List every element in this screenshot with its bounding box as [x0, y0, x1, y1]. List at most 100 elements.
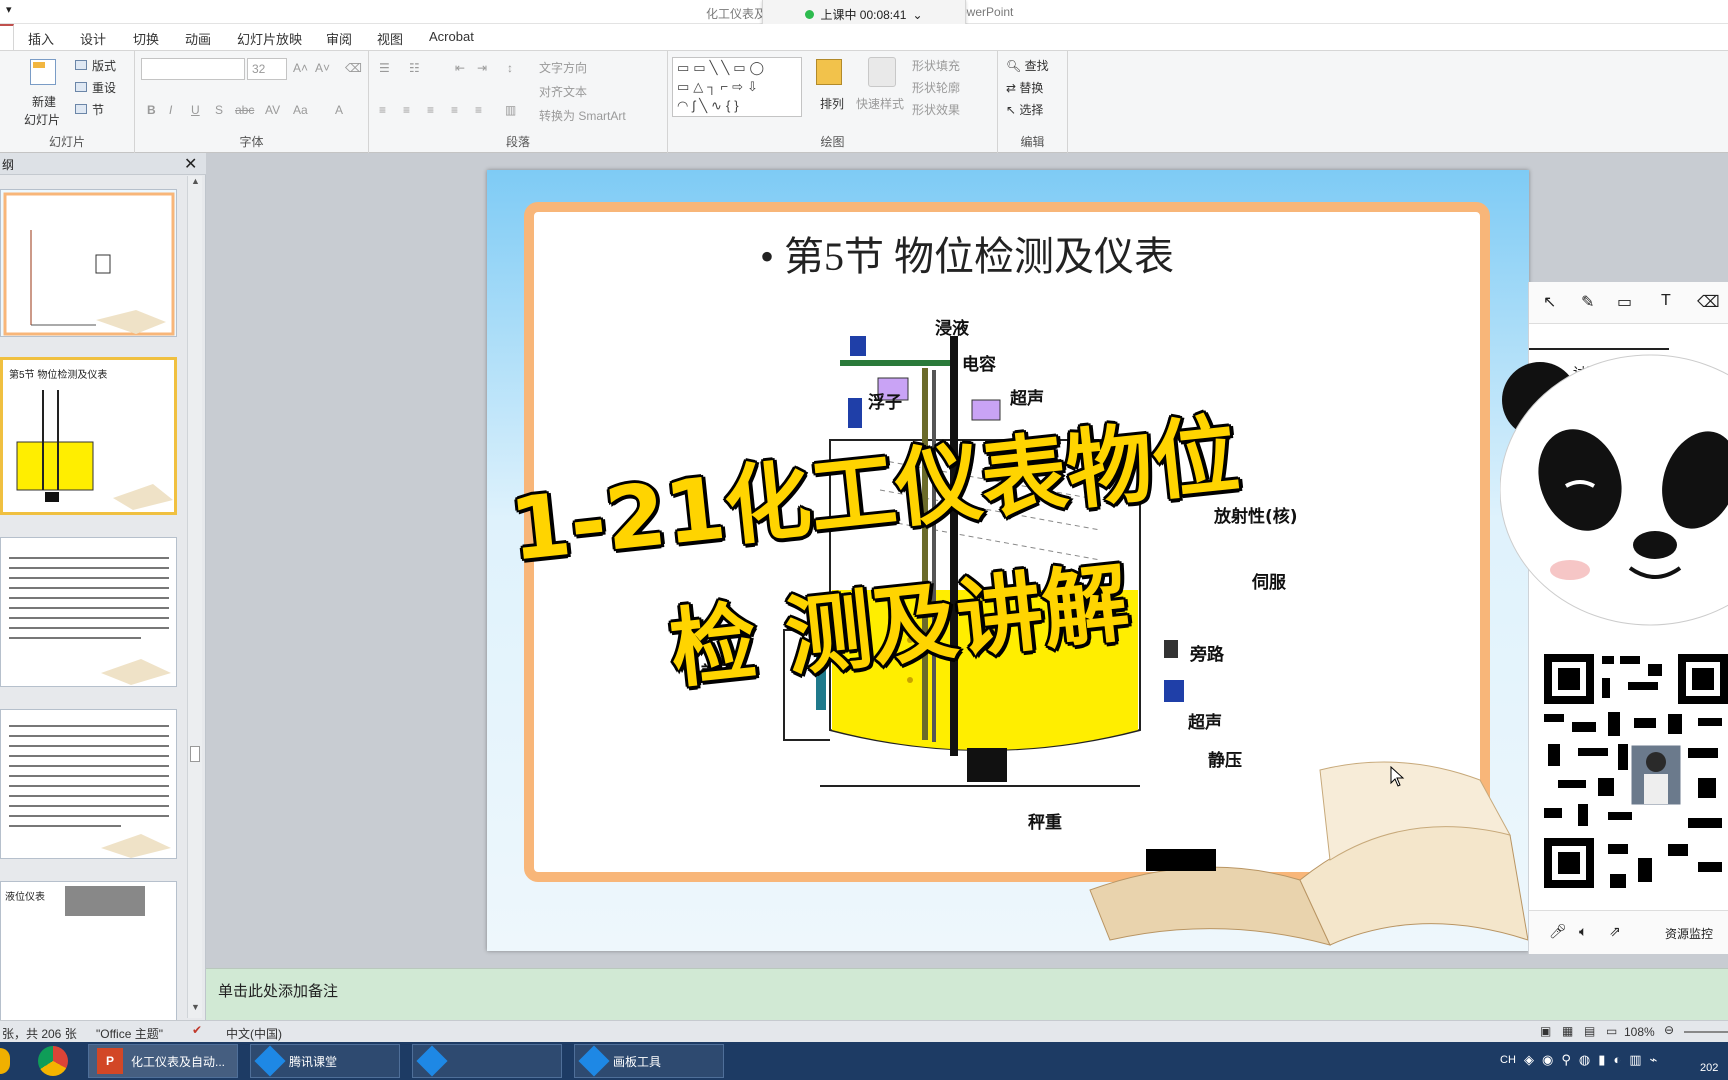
numbering-icon[interactable]: ☷: [409, 61, 420, 75]
tab-review[interactable]: 审阅: [326, 29, 352, 48]
input-language[interactable]: CH: [1500, 1054, 1516, 1066]
font-name-select[interactable]: [141, 58, 245, 80]
columns-icon[interactable]: ▥: [505, 103, 516, 117]
increase-indent-icon[interactable]: ⇥: [477, 61, 487, 75]
tab-slideshow[interactable]: 幻灯片放映: [237, 29, 302, 48]
quick-access-menu-icon[interactable]: ▾: [6, 3, 12, 16]
notes-pane[interactable]: 单击此处添加备注: [206, 968, 1728, 1020]
eraser-tool-icon[interactable]: ⌫: [1697, 292, 1720, 312]
slideshow-view-icon[interactable]: ▭: [1606, 1024, 1617, 1038]
slide-thumbnail-4[interactable]: [0, 709, 177, 859]
section-button[interactable]: 节: [92, 101, 104, 118]
slide-count: 张，共 206 张: [2, 1027, 77, 1041]
shadow-icon[interactable]: S: [215, 103, 223, 117]
language-indicator[interactable]: 中文(中国): [226, 1025, 282, 1042]
align-left-icon[interactable]: ≡: [379, 103, 386, 117]
clear-format-icon[interactable]: ⌫: [345, 61, 362, 75]
group-label-slides: 幻灯片: [48, 135, 85, 149]
pane-tab-outline[interactable]: 纲: [2, 156, 14, 173]
pen-tool-icon[interactable]: ✎: [1581, 292, 1594, 312]
reset-button[interactable]: 重设: [92, 79, 116, 96]
grow-font-icon[interactable]: A˄: [293, 61, 308, 75]
slide-sorter-icon[interactable]: ▦: [1562, 1024, 1573, 1038]
font-color-icon[interactable]: A: [335, 103, 343, 117]
quick-styles-button[interactable]: 快速样式: [856, 95, 904, 112]
scroll-up-icon[interactable]: ▲: [191, 176, 200, 186]
zoom-out-icon[interactable]: ⊖: [1664, 1023, 1674, 1037]
arrange-icon[interactable]: [816, 59, 842, 85]
strikethrough-icon[interactable]: abc: [235, 103, 254, 117]
resource-monitor-label[interactable]: 资源监控: [1665, 925, 1713, 942]
justify-icon[interactable]: ≡: [451, 103, 458, 117]
reading-view-icon[interactable]: ▤: [1584, 1024, 1595, 1038]
scroll-thumb[interactable]: [190, 746, 200, 762]
bold-icon[interactable]: B: [147, 103, 156, 117]
taskbar-item-drawing-tool[interactable]: 画板工具: [574, 1044, 724, 1078]
speaker-icon[interactable]: 🔈︎: [1579, 923, 1587, 940]
taskbar-item-unnamed[interactable]: [412, 1044, 562, 1078]
new-slide-icon[interactable]: [30, 59, 56, 85]
shrink-font-icon[interactable]: A˅: [315, 61, 330, 75]
tray-date[interactable]: 202: [1700, 1062, 1718, 1074]
microphone-icon[interactable]: 🎤︎: [1549, 923, 1567, 940]
taskbar-item-powerpoint[interactable]: P 化工仪表及自动...: [88, 1044, 238, 1078]
chevron-down-icon[interactable]: ⌄: [912, 8, 922, 22]
text-direction-button[interactable]: 文字方向: [539, 59, 587, 76]
quick-styles-icon[interactable]: [868, 57, 896, 87]
change-case-icon[interactable]: Aa: [293, 103, 308, 117]
arrange-button[interactable]: 排列: [820, 95, 844, 112]
slide-thumbnail-2[interactable]: 第5节 物位检测及仪表: [0, 357, 177, 515]
char-spacing-icon[interactable]: AV: [265, 103, 280, 117]
underline-icon[interactable]: U: [191, 103, 200, 117]
pointer-tool-icon[interactable]: ↖: [1543, 292, 1556, 312]
slide-thumbnail-1[interactable]: [0, 189, 177, 337]
tab-acrobat[interactable]: Acrobat: [429, 29, 474, 44]
share-icon[interactable]: ⇗: [1609, 923, 1621, 940]
scroll-down-icon[interactable]: ▼: [191, 1002, 200, 1012]
start-button-fragment[interactable]: [0, 1048, 10, 1074]
italic-icon[interactable]: I: [169, 103, 172, 117]
tray-icons[interactable]: ◈◉⚲◍▮◐▥⌁: [1524, 1052, 1665, 1068]
zoom-level[interactable]: 108%: [1624, 1025, 1655, 1039]
find-button[interactable]: 🔍︎ 查找: [1006, 57, 1049, 74]
new-slide-label-2[interactable]: 幻灯片: [24, 111, 60, 128]
taskbar-item-tencent-classroom[interactable]: 腾讯课堂: [250, 1044, 400, 1078]
line-spacing-icon[interactable]: ↕: [507, 61, 513, 75]
new-slide-label-1[interactable]: 新建: [32, 93, 56, 110]
text-tool-icon[interactable]: T: [1661, 292, 1671, 310]
align-right-icon[interactable]: ≡: [427, 103, 434, 117]
convert-smartart-button[interactable]: 转换为 SmartArt: [539, 107, 626, 124]
zoom-slider[interactable]: [1684, 1031, 1728, 1033]
align-center-icon[interactable]: ≡: [403, 103, 410, 117]
close-icon[interactable]: ✕: [184, 154, 197, 174]
rectangle-tool-icon[interactable]: ▭: [1617, 292, 1632, 312]
select-button[interactable]: ↖ 选择: [1006, 101, 1043, 118]
spell-check-icon[interactable]: ✔︎: [192, 1023, 202, 1037]
align-text-button[interactable]: 对齐文本: [539, 83, 587, 100]
shapes-gallery[interactable]: ▭▭╲╲▭◯ ▭△┐⌐⇨⇩ ◠ʃ╲∿{}: [672, 57, 802, 117]
shape-effects-button[interactable]: 形状效果: [912, 101, 960, 118]
thumb-text-4: [5, 714, 173, 858]
slide-thumbnail-3[interactable]: [0, 537, 177, 687]
layout-button[interactable]: 版式: [92, 57, 116, 74]
bullets-icon[interactable]: ☰: [379, 61, 390, 75]
tab-home-edge[interactable]: [0, 24, 14, 50]
tab-animations[interactable]: 动画: [185, 29, 211, 48]
chrome-icon[interactable]: [38, 1046, 68, 1076]
font-size-select[interactable]: 32: [247, 58, 287, 80]
shapes-row-2: ▭△┐⌐⇨⇩: [677, 79, 762, 94]
tab-view[interactable]: 视图: [377, 29, 403, 48]
normal-view-icon[interactable]: ▣: [1540, 1024, 1551, 1038]
tab-transitions[interactable]: 切换: [133, 29, 159, 48]
shape-fill-button[interactable]: 形状填充: [912, 57, 960, 74]
decrease-indent-icon[interactable]: ⇤: [455, 61, 465, 75]
distributed-icon[interactable]: ≡: [475, 103, 482, 117]
shape-outline-button[interactable]: 形状轮廓: [912, 79, 960, 96]
replace-button[interactable]: ⇄ 替换: [1006, 79, 1043, 96]
slide-thumbnail-5[interactable]: 液位仪表: [0, 881, 177, 1020]
tab-insert[interactable]: 插入: [28, 29, 54, 48]
whiteboard-bottom-bar: 🎤︎ 🔈︎ ⇗ 资源监控: [1529, 910, 1728, 954]
thumbnail-scrollbar[interactable]: ▲ ▼: [187, 176, 202, 1018]
slide-title[interactable]: • 第5节 物位检测及仪表: [760, 224, 1174, 282]
tab-design[interactable]: 设计: [80, 29, 106, 48]
